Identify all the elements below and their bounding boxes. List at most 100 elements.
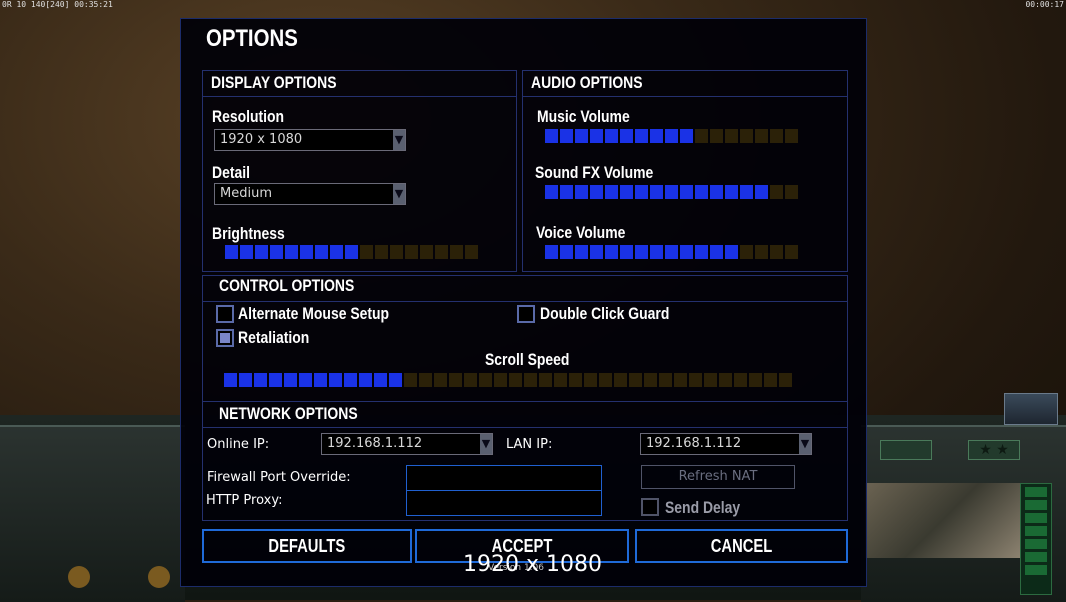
slider-segment[interactable] bbox=[434, 373, 447, 387]
slider-segment[interactable] bbox=[695, 245, 708, 259]
slider-segment[interactable] bbox=[605, 245, 618, 259]
power-icon[interactable] bbox=[148, 566, 170, 588]
sound-fx-volume-slider[interactable] bbox=[545, 185, 798, 199]
slider-segment[interactable] bbox=[569, 373, 582, 387]
slider-segment[interactable] bbox=[695, 129, 708, 143]
slider-segment[interactable] bbox=[359, 373, 372, 387]
slider-segment[interactable] bbox=[285, 245, 298, 259]
slider-segment[interactable] bbox=[740, 245, 753, 259]
slider-segment[interactable] bbox=[390, 245, 403, 259]
slider-segment[interactable] bbox=[650, 129, 663, 143]
double-click-guard-checkbox[interactable] bbox=[517, 305, 535, 323]
slider-segment[interactable] bbox=[539, 373, 552, 387]
slider-segment[interactable] bbox=[695, 185, 708, 199]
slider-segment[interactable] bbox=[605, 129, 618, 143]
slider-segment[interactable] bbox=[620, 129, 633, 143]
slider-segment[interactable] bbox=[644, 373, 657, 387]
slider-segment[interactable] bbox=[375, 245, 388, 259]
slider-segment[interactable] bbox=[770, 185, 783, 199]
slider-segment[interactable] bbox=[785, 245, 798, 259]
slider-segment[interactable] bbox=[560, 245, 573, 259]
slider-segment[interactable] bbox=[710, 245, 723, 259]
slider-segment[interactable] bbox=[374, 373, 387, 387]
firewall-port-input[interactable] bbox=[406, 465, 602, 491]
slider-segment[interactable] bbox=[599, 373, 612, 387]
slider-segment[interactable] bbox=[345, 245, 358, 259]
chevron-down-icon[interactable] bbox=[393, 184, 405, 204]
slider-segment[interactable] bbox=[554, 373, 567, 387]
slider-segment[interactable] bbox=[629, 373, 642, 387]
slider-segment[interactable] bbox=[479, 373, 492, 387]
slider-segment[interactable] bbox=[330, 245, 343, 259]
slider-segment[interactable] bbox=[545, 245, 558, 259]
slider-segment[interactable] bbox=[620, 185, 633, 199]
slider-segment[interactable] bbox=[449, 373, 462, 387]
slider-segment[interactable] bbox=[770, 129, 783, 143]
slider-segment[interactable] bbox=[635, 245, 648, 259]
slider-segment[interactable] bbox=[315, 245, 328, 259]
slider-segment[interactable] bbox=[435, 245, 448, 259]
slider-segment[interactable] bbox=[545, 129, 558, 143]
slider-segment[interactable] bbox=[284, 373, 297, 387]
slider-segment[interactable] bbox=[605, 185, 618, 199]
slider-segment[interactable] bbox=[560, 129, 573, 143]
slider-segment[interactable] bbox=[300, 245, 313, 259]
stars-icon[interactable]: ★ ★ bbox=[968, 440, 1020, 460]
slider-segment[interactable] bbox=[269, 373, 282, 387]
slider-segment[interactable] bbox=[755, 129, 768, 143]
general-icon[interactable] bbox=[68, 566, 90, 588]
slider-segment[interactable] bbox=[545, 185, 558, 199]
lan-ip-dropdown[interactable]: 192.168.1.112 bbox=[640, 433, 812, 455]
slider-segment[interactable] bbox=[710, 129, 723, 143]
slider-segment[interactable] bbox=[635, 185, 648, 199]
slider-segment[interactable] bbox=[494, 373, 507, 387]
slider-segment[interactable] bbox=[785, 129, 798, 143]
slider-segment[interactable] bbox=[224, 373, 237, 387]
slider-segment[interactable] bbox=[665, 185, 678, 199]
slider-segment[interactable] bbox=[389, 373, 402, 387]
defaults-button[interactable]: DEFAULTS bbox=[202, 529, 412, 563]
slider-segment[interactable] bbox=[464, 373, 477, 387]
chevron-down-icon[interactable] bbox=[393, 130, 405, 150]
slider-segment[interactable] bbox=[255, 245, 268, 259]
slider-segment[interactable] bbox=[560, 185, 573, 199]
slider-segment[interactable] bbox=[590, 129, 603, 143]
slider-segment[interactable] bbox=[704, 373, 717, 387]
slider-segment[interactable] bbox=[420, 245, 433, 259]
slider-segment[interactable] bbox=[755, 185, 768, 199]
slider-segment[interactable] bbox=[465, 245, 478, 259]
slider-segment[interactable] bbox=[635, 129, 648, 143]
slider-segment[interactable] bbox=[770, 245, 783, 259]
slider-segment[interactable] bbox=[270, 245, 283, 259]
slider-segment[interactable] bbox=[650, 245, 663, 259]
slider-segment[interactable] bbox=[254, 373, 267, 387]
slider-segment[interactable] bbox=[405, 245, 418, 259]
slider-segment[interactable] bbox=[710, 185, 723, 199]
slider-segment[interactable] bbox=[225, 245, 238, 259]
slider-segment[interactable] bbox=[689, 373, 702, 387]
slider-segment[interactable] bbox=[650, 185, 663, 199]
scroll-speed-slider[interactable] bbox=[224, 373, 792, 387]
slider-segment[interactable] bbox=[659, 373, 672, 387]
alternate-mouse-checkbox[interactable] bbox=[216, 305, 234, 323]
retaliation-checkbox[interactable] bbox=[216, 329, 234, 347]
slider-segment[interactable] bbox=[734, 373, 747, 387]
slider-segment[interactable] bbox=[764, 373, 777, 387]
http-proxy-input[interactable] bbox=[406, 490, 602, 516]
triangle-icon[interactable] bbox=[880, 440, 932, 460]
slider-segment[interactable] bbox=[575, 185, 588, 199]
slider-segment[interactable] bbox=[240, 245, 253, 259]
slider-segment[interactable] bbox=[584, 373, 597, 387]
online-ip-dropdown[interactable]: 192.168.1.112 bbox=[321, 433, 493, 455]
slider-segment[interactable] bbox=[680, 129, 693, 143]
resolution-dropdown[interactable]: 1920 x 1080 bbox=[214, 129, 406, 151]
slider-segment[interactable] bbox=[450, 245, 463, 259]
cancel-button[interactable]: CANCEL bbox=[635, 529, 848, 563]
slider-segment[interactable] bbox=[344, 373, 357, 387]
chevron-down-icon[interactable] bbox=[799, 434, 811, 454]
slider-segment[interactable] bbox=[725, 129, 738, 143]
satellite-icon[interactable] bbox=[1004, 393, 1058, 425]
slider-segment[interactable] bbox=[239, 373, 252, 387]
slider-segment[interactable] bbox=[509, 373, 522, 387]
slider-segment[interactable] bbox=[740, 129, 753, 143]
